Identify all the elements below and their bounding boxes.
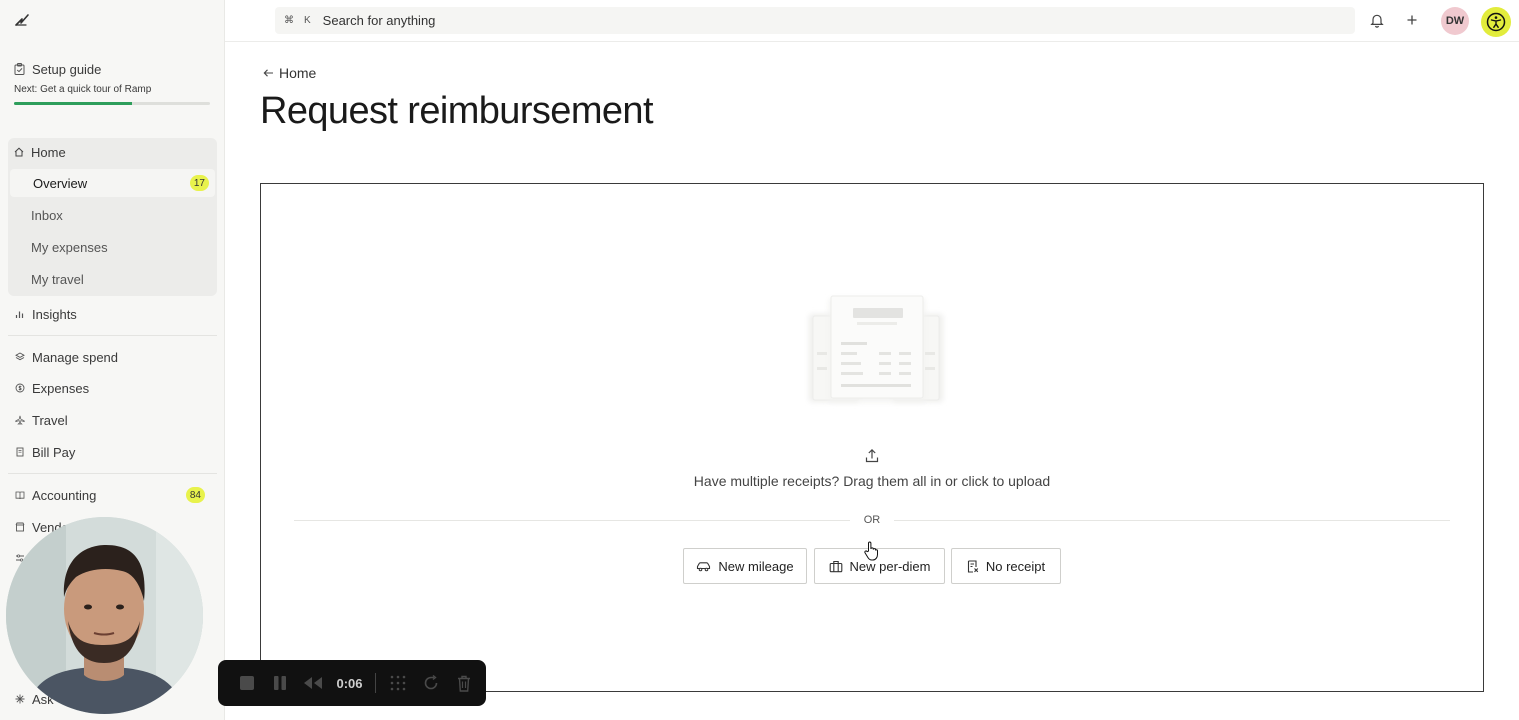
book-icon [14, 490, 25, 501]
back-to-home-link[interactable]: Home [263, 65, 316, 81]
briefcase-icon [829, 560, 842, 572]
pause-recording-button[interactable] [269, 672, 291, 694]
rewind-icon [303, 677, 322, 689]
sidebar-item-overview[interactable]: Overview 17 [10, 169, 215, 197]
setup-guide-subtitle: Next: Get a quick tour of Ramp [14, 84, 152, 95]
sidebar-item-label: Bill Pay [32, 444, 76, 460]
rewind-button[interactable] [302, 672, 324, 694]
no-receipt-button[interactable]: No receipt [951, 548, 1061, 584]
back-link-label: Home [279, 65, 317, 81]
setup-guide-title: Setup guide [32, 61, 102, 77]
grid-dots-icon [391, 675, 406, 691]
sidebar-item-travel[interactable]: Travel [14, 408, 211, 432]
or-label: OR [849, 514, 895, 526]
webcam-overlay[interactable] [6, 517, 203, 714]
sidebar-item-label: Inbox [31, 207, 63, 223]
sidebar-item-label: My travel [31, 271, 84, 287]
sidebar-item-accounting[interactable]: Accounting 84 [14, 483, 211, 507]
sidebar-item-label: Overview [33, 175, 88, 191]
store-icon [14, 522, 25, 533]
clipboard-icon [14, 63, 25, 75]
home-nav-group: Home Overview 17 Inbox My expenses My tr… [8, 138, 217, 296]
presenter-video-icon [6, 517, 203, 714]
delete-recording-button[interactable] [453, 672, 475, 694]
sidebar-divider [8, 473, 217, 474]
dropzone-instructions: Have multiple receipts? Drag them all in… [693, 473, 1051, 489]
sidebar-item-label: Expenses [32, 380, 90, 396]
plane-icon [14, 415, 25, 426]
sidebar-item-my-expenses[interactable]: My expenses [8, 233, 217, 261]
restart-button[interactable] [420, 672, 442, 694]
no-receipt-label: No receipt [985, 558, 1046, 574]
or-divider: OR [261, 514, 1483, 526]
global-search-input[interactable]: ⌘ K Search for anything [275, 7, 1355, 34]
sidebar-item-my-travel[interactable]: My travel [8, 265, 217, 293]
sidebar-item-expenses[interactable]: Expenses [14, 376, 211, 400]
document-icon [14, 447, 25, 458]
home-icon [14, 147, 24, 157]
notifications-bell-icon[interactable] [1368, 11, 1386, 29]
arrow-left-icon [263, 69, 273, 77]
hand-cursor-icon [864, 541, 878, 561]
page-title: Request reimbursement [260, 90, 654, 132]
receipt-dropzone[interactable]: Have multiple receipts? Drag them all in… [260, 183, 1484, 692]
setup-guide[interactable]: Setup guide Next: Get a quick tour of Ra… [14, 60, 211, 105]
sidebar-item-label: Manage spend [32, 349, 119, 365]
setup-progress-fill [14, 102, 132, 105]
sidebar-item-label: Travel [32, 412, 68, 428]
bar-chart-icon [14, 309, 25, 320]
layers-icon [14, 352, 25, 363]
dollar-icon [14, 383, 25, 394]
sidebar-divider [8, 335, 217, 336]
top-bar: ⌘ K Search for anything DW [225, 0, 1519, 42]
receipt-icon [967, 559, 979, 573]
search-placeholder: Search for anything [322, 13, 436, 28]
overview-count-badge: 17 [189, 175, 209, 191]
ramp-logo-icon[interactable] [14, 12, 30, 28]
sidebar-item-bill-pay[interactable]: Bill Pay [14, 440, 211, 464]
recording-timer: 0:06 [336, 675, 363, 691]
new-mileage-button[interactable]: New mileage [683, 548, 807, 584]
sparkle-icon [14, 694, 25, 705]
receipts-illustration-icon [809, 295, 943, 402]
stop-recording-button[interactable] [236, 672, 258, 694]
user-avatar[interactable]: DW [1441, 7, 1469, 35]
sidebar-item-manage-spend[interactable]: Manage spend [14, 345, 211, 369]
accounting-count-badge: 84 [185, 487, 205, 503]
search-shortcut-key: K [304, 15, 311, 26]
sidebar-item-insights[interactable]: Insights [14, 302, 211, 326]
sidebar-item-inbox[interactable]: Inbox [8, 201, 217, 229]
search-shortcut-cmd: ⌘ [284, 15, 294, 26]
sidebar-item-home[interactable]: Home [8, 138, 217, 166]
new-per-diem-label: New per-diem [849, 558, 931, 574]
setup-progress-bar [14, 102, 210, 105]
upload-icon [865, 448, 879, 463]
sidebar-item-label: Home [31, 144, 66, 160]
sidebar-item-label: Insights [32, 306, 77, 322]
pause-icon [273, 676, 286, 690]
add-plus-icon[interactable] [1403, 11, 1421, 29]
sidebar-item-label: My expenses [31, 239, 108, 255]
car-icon [697, 561, 711, 571]
toolbar-separator [374, 673, 376, 693]
accessibility-icon[interactable] [1481, 7, 1511, 37]
screen-recorder-toolbar: 0:06 [218, 660, 486, 706]
sidebar-item-label: Accounting [32, 487, 97, 503]
new-per-diem-button[interactable]: New per-diem [814, 548, 945, 584]
trash-icon [458, 675, 471, 692]
new-mileage-label: New mileage [718, 558, 794, 574]
stop-icon [239, 676, 254, 690]
restart-icon [424, 675, 438, 690]
grid-button[interactable] [388, 672, 410, 694]
